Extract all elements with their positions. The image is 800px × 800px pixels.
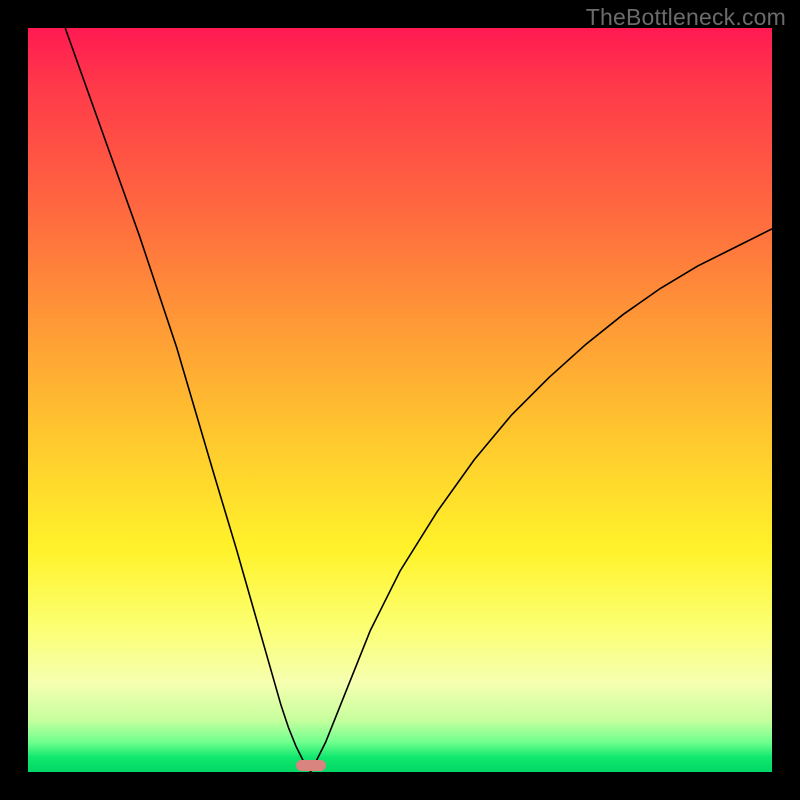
notch-marker [296, 760, 326, 771]
chart-frame: TheBottleneck.com [0, 0, 800, 800]
plot-area [28, 28, 772, 772]
curve-left-branch [65, 28, 311, 772]
watermark-text: TheBottleneck.com [586, 4, 786, 31]
bottleneck-curve [28, 28, 772, 772]
curve-right-branch [311, 229, 772, 772]
